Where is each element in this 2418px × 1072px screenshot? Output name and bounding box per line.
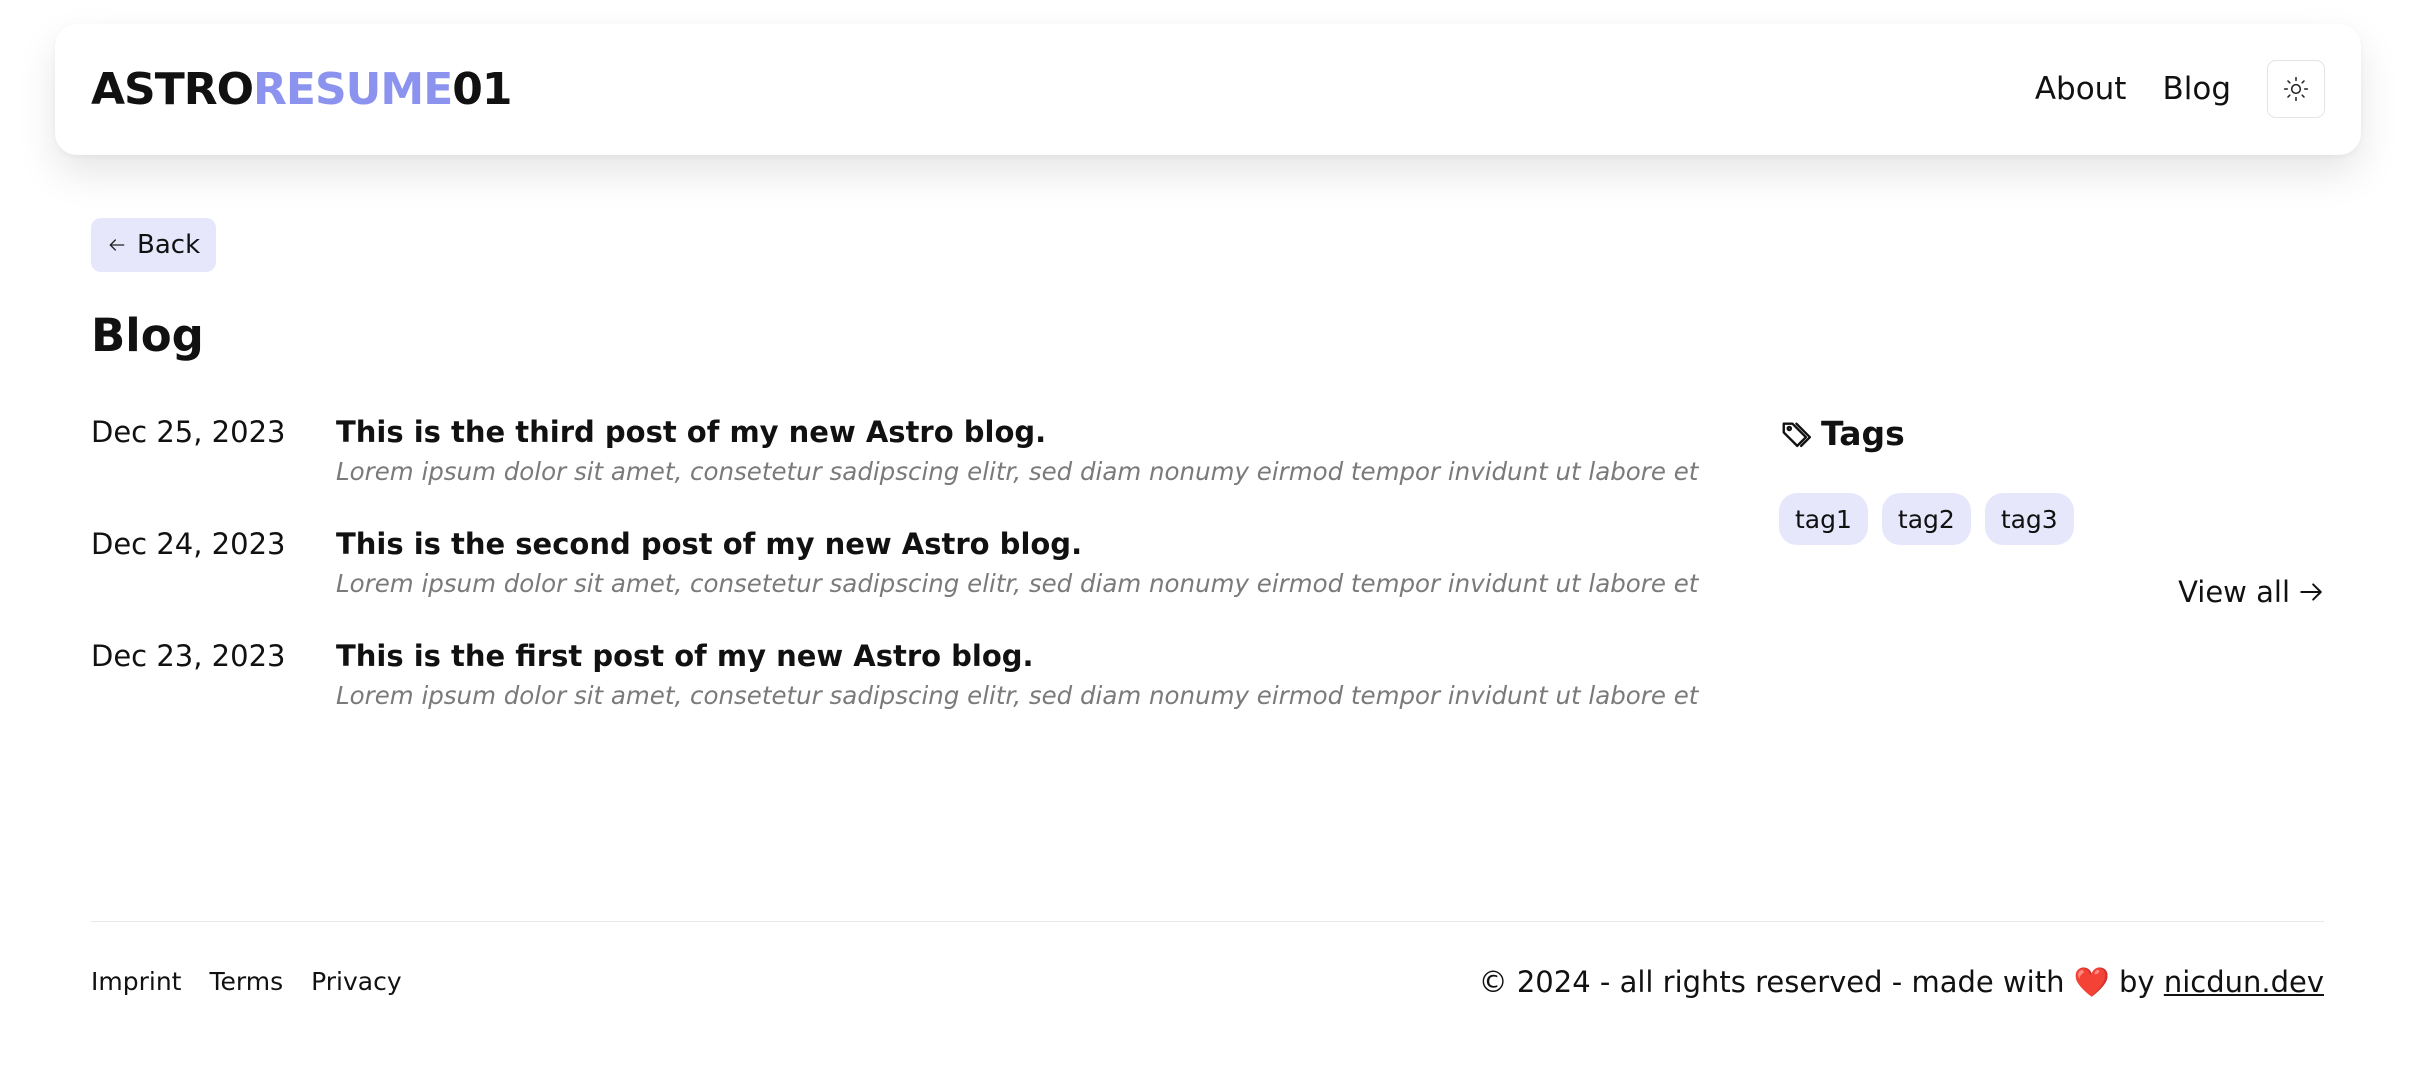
view-all-tags-link[interactable]: View all [2178,572,2324,612]
post-body: This is the second post of my new Astro … [336,522,1731,634]
copyright-prefix: © 2024 - all rights reserved - made with [1478,965,2065,999]
arrow-left-icon [109,239,125,251]
logo-text-01: 01 [452,64,512,115]
footer-link-imprint[interactable]: Imprint [91,964,181,1000]
logo-text-astro: ASTRO [91,64,254,115]
post-item[interactable]: Dec 24, 2023 This is the second post of … [91,522,1731,634]
logo-text-resume: RESUME [253,64,453,115]
footer-links: Imprint Terms Privacy [91,964,402,1000]
tags-icon [1782,422,1812,448]
site-header: ASTRORESUME01 About Blog [55,24,2361,155]
copyright-by: by [2119,965,2155,999]
nav-link-about[interactable]: About [2035,69,2127,109]
post-date: Dec 24, 2023 [91,527,286,561]
back-button-label: Back [137,230,201,260]
post-list: Dec 25, 2023 This is the third post of m… [91,410,1731,746]
sun-icon [2283,76,2309,102]
post-item[interactable]: Dec 25, 2023 This is the third post of m… [91,410,1731,522]
tags-heading-label: Tags [1821,414,1905,453]
post-excerpt: Lorem ipsum dolor sit amet, consetetur s… [336,457,1699,486]
post-excerpt: Lorem ipsum dolor sit amet, consetetur s… [336,681,1699,710]
back-button[interactable]: Back [91,218,217,272]
copyright-text: © 2024 - all rights reserved - made with… [1479,962,2324,1002]
post-title-link[interactable]: This is the first post of my new Astro b… [336,634,1731,678]
footer-divider [91,921,2324,922]
post-date: Dec 23, 2023 [91,639,286,673]
footer-link-terms[interactable]: Terms [209,964,283,1000]
arrow-right-icon [2300,583,2322,601]
post-excerpt: Lorem ipsum dolor sit amet, consetetur s… [336,569,1699,598]
tag-pill-tag2[interactable]: tag2 [1881,493,1971,545]
tags-list: tag1 tag2 tag3 [1779,493,2324,545]
site-logo[interactable]: ASTRORESUME01 [91,64,512,116]
post-body: This is the third post of my new Astro b… [336,410,1731,522]
post-title-link[interactable]: This is the third post of my new Astro b… [336,410,1731,454]
post-body: This is the first post of my new Astro b… [336,634,1731,746]
main-nav: About Blog [2035,60,2325,118]
page-title: Blog [91,309,204,362]
heart-icon: ❤️ [2073,965,2110,999]
tags-heading: Tags [1779,410,2324,458]
theme-toggle-button[interactable] [2267,60,2325,118]
post-item[interactable]: Dec 23, 2023 This is the first post of m… [91,634,1731,746]
footer-link-privacy[interactable]: Privacy [311,964,402,1000]
tag-pill-tag1[interactable]: tag1 [1779,493,1868,545]
post-title-link[interactable]: This is the second post of my new Astro … [336,522,1731,566]
nav-link-blog[interactable]: Blog [2162,69,2231,109]
tags-panel: Tags tag1 tag2 tag3 View all [1779,410,2324,609]
post-date: Dec 25, 2023 [91,415,286,449]
author-link[interactable]: nicdun.dev [2164,965,2324,999]
view-all-label: View all [2178,575,2290,609]
tag-pill-tag3[interactable]: tag3 [1984,493,2074,545]
